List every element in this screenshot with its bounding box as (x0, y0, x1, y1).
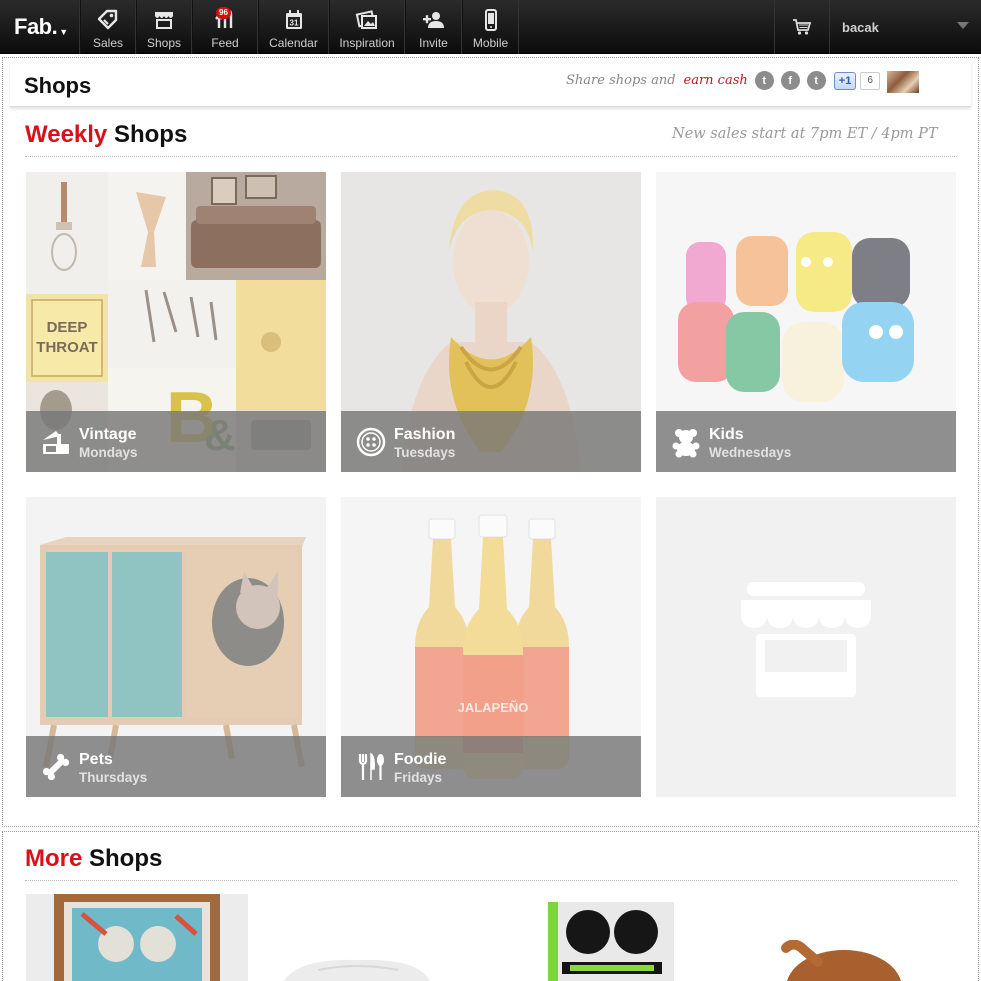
facebook-icon[interactable]: f (780, 71, 800, 90)
calendar-icon: 31 (282, 8, 306, 32)
album-art-image (548, 902, 674, 981)
svg-text:DEEP: DEEP (47, 319, 88, 336)
shop-tile-placeholder (656, 497, 956, 797)
share-text: Share shops and (566, 73, 676, 88)
nav-label: Inspiration (339, 36, 395, 50)
shop-name: Fashion (394, 426, 456, 443)
nav-label: Sales (92, 36, 124, 50)
more-shop-item[interactable] (278, 950, 438, 981)
shop-day: Wednesdays (709, 445, 792, 460)
cart-button[interactable] (774, 0, 830, 54)
shop-tile-vintage[interactable]: DEEP THROAT B & Vintage Mondays (26, 172, 326, 472)
nav-label: Invite (419, 36, 448, 50)
button-icon (355, 426, 387, 458)
more-shops-title: More Shops (25, 845, 162, 873)
sales-start-note: New sales start at 7pm ET / 4pm PT (672, 126, 938, 142)
bone-icon (40, 751, 72, 783)
more-shop-item[interactable] (548, 902, 674, 981)
logo-caret-icon: ▼ (59, 27, 68, 37)
shops-header: Shops Share shops and earn cash t f t +1… (10, 61, 971, 107)
shop-tile-kids[interactable]: Kids Wednesdays (656, 172, 956, 472)
nav-item-sales[interactable]: Sales (80, 0, 136, 54)
cart-icon (793, 19, 812, 35)
shop-tile-pets[interactable]: Pets Thursdays (26, 497, 326, 797)
google-plusone-button[interactable]: +1 (833, 71, 857, 90)
title-rest: Shops (113, 121, 188, 148)
shop-day: Fridays (394, 770, 443, 785)
nav-item-calendar[interactable]: 31 Calendar (258, 0, 329, 54)
shop-day: Tuesdays (394, 445, 456, 460)
shop-name: Kids (709, 426, 744, 443)
storefront-icon (152, 8, 176, 32)
nav-label: Shops (146, 36, 182, 50)
nav-item-invite[interactable]: Invite (405, 0, 462, 54)
username: bacak (842, 19, 879, 35)
title-rest: Shops (89, 845, 163, 872)
shop-day: Thursdays (79, 770, 148, 785)
title-accent: More (25, 845, 83, 872)
plusone-count: 6 (860, 71, 880, 90)
pillow-image (284, 959, 430, 981)
more-shop-item[interactable] (770, 940, 910, 981)
section-divider (25, 880, 957, 881)
gramophone-icon (40, 426, 72, 458)
top-nav-bar: Fab. ▼ Sales Shops 96 Feed 31 Calendar I… (0, 0, 981, 54)
teddy-bear-icon (670, 426, 702, 458)
logo-text: Fab. (14, 14, 58, 39)
title-accent: Weekly (25, 121, 108, 148)
weekly-shops-title: Weekly Shops (25, 121, 187, 149)
more-shop-item[interactable] (26, 894, 248, 981)
page-title: Shops (24, 73, 92, 98)
fab-logo[interactable]: Fab. ▼ (0, 0, 80, 54)
chevron-down-icon (957, 22, 969, 29)
nav-label: Mobile (472, 36, 509, 50)
svg-text:JALAPEÑO: JALAPEÑO (458, 700, 529, 715)
earn-cash-link[interactable]: earn cash (684, 73, 748, 88)
shop-name: Vintage (79, 426, 137, 443)
twitter-icon[interactable]: t (754, 71, 774, 90)
shop-tile-foodie[interactable]: JALAPEÑO Foodie Fridays (341, 497, 641, 797)
tag-icon (96, 8, 120, 32)
shop-tile-fashion[interactable]: Fashion Tuesdays (341, 172, 641, 472)
feed-badge: 96 (216, 7, 231, 19)
main-nav: Sales Shops 96 Feed 31 Calendar Inspirat… (80, 0, 519, 54)
tumblr-icon[interactable]: t (806, 71, 826, 90)
nav-item-feed[interactable]: 96 Feed (192, 0, 258, 54)
shop-name: Foodie (394, 751, 447, 768)
photos-icon (355, 8, 379, 32)
utensils-icon (355, 751, 387, 783)
section-divider (25, 156, 957, 157)
shop-name: Pets (79, 751, 113, 768)
user-avatar[interactable] (887, 71, 919, 93)
cutting-board-image (781, 940, 901, 981)
shop-day: Mondays (79, 445, 138, 460)
nav-label: Calendar (269, 36, 318, 50)
nav-label: Feed (211, 36, 239, 50)
phone-icon (479, 8, 503, 32)
framed-art-image (54, 894, 220, 981)
svg-text:THROAT: THROAT (36, 339, 97, 356)
storefront-icon (741, 582, 871, 697)
nav-item-mobile[interactable]: Mobile (462, 0, 519, 54)
calendar-date: 31 (289, 19, 298, 28)
add-person-icon (422, 8, 446, 32)
nav-item-shops[interactable]: Shops (136, 0, 192, 54)
user-menu[interactable]: bacak (830, 0, 981, 54)
nav-item-inspiration[interactable]: Inspiration (329, 0, 405, 54)
share-bar: Share shops and earn cash t f t +1 6 (566, 71, 880, 90)
